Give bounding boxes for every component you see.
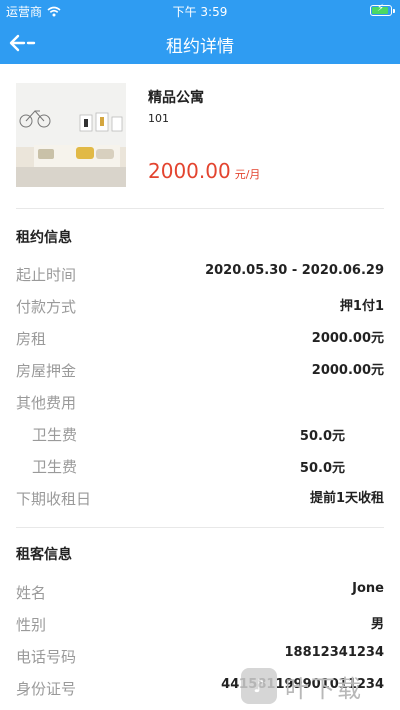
- watermark: ♪ 叶下载: [241, 665, 400, 707]
- lease-label-period: 起止时间: [16, 266, 77, 284]
- tenant-label-phone: 电话号码: [16, 648, 77, 666]
- price-amount: 2000.00: [148, 159, 231, 183]
- battery-icon: ⚡: [370, 3, 395, 16]
- lease-value-next-rent-day: 提前1天收租: [309, 491, 384, 506]
- status-bar: 运营商 下午 3:59 ⚡: [0, 0, 400, 22]
- status-time: 下午 3:59: [172, 5, 228, 19]
- tenant-label-name: 姓名: [16, 584, 47, 602]
- lease-label-next-rent-day: 下期收租日: [16, 490, 92, 508]
- lease-value-sanitation-1: 50.0元: [299, 429, 345, 444]
- lease-label-other-fees: 其他费用: [16, 394, 77, 412]
- nav-bar: 租约详情: [0, 22, 400, 64]
- lease-value-sanitation-2: 50.0元: [299, 461, 345, 476]
- tenant-value-phone: 18812341234: [284, 645, 385, 660]
- apartment-photo: [16, 83, 126, 187]
- lease-section-title: 租约信息: [16, 230, 72, 246]
- price-unit: 元/月: [234, 168, 261, 181]
- lease-value-rent: 2000.00元: [311, 331, 384, 346]
- divider: [16, 527, 384, 528]
- page-title: 租约详情: [166, 37, 234, 57]
- price: 2000.00 元/月: [148, 159, 260, 183]
- listing-card[interactable]: 精品公寓 101 2000.00 元/月: [16, 83, 384, 187]
- watermark-logo-icon: ♪: [241, 668, 277, 704]
- listing-name: 精品公寓: [148, 90, 204, 106]
- charging-bolt-icon: ⚡: [377, 3, 385, 14]
- room-number: 101: [148, 112, 169, 125]
- lease-label-deposit: 房屋押金: [16, 362, 77, 380]
- lease-label-payment: 付款方式: [16, 298, 77, 316]
- tenant-label-gender: 性别: [16, 616, 47, 634]
- tenant-value-name: Jone: [352, 581, 384, 596]
- lease-label-sanitation-2: 卫生费: [32, 458, 78, 476]
- tenant-section-title: 租客信息: [16, 547, 72, 563]
- watermark-text: 叶下载: [285, 674, 363, 703]
- lease-label-rent: 房租: [16, 330, 47, 348]
- tenant-label-id: 身份证号: [16, 680, 77, 698]
- divider: [16, 208, 384, 209]
- lease-value-deposit: 2000.00元: [311, 363, 384, 378]
- tenant-value-gender: 男: [370, 617, 384, 632]
- lease-value-payment: 押1付1: [339, 299, 384, 314]
- lease-value-period: 2020.05.30 - 2020.06.29: [205, 263, 384, 278]
- lease-label-sanitation-1: 卫生费: [32, 426, 78, 444]
